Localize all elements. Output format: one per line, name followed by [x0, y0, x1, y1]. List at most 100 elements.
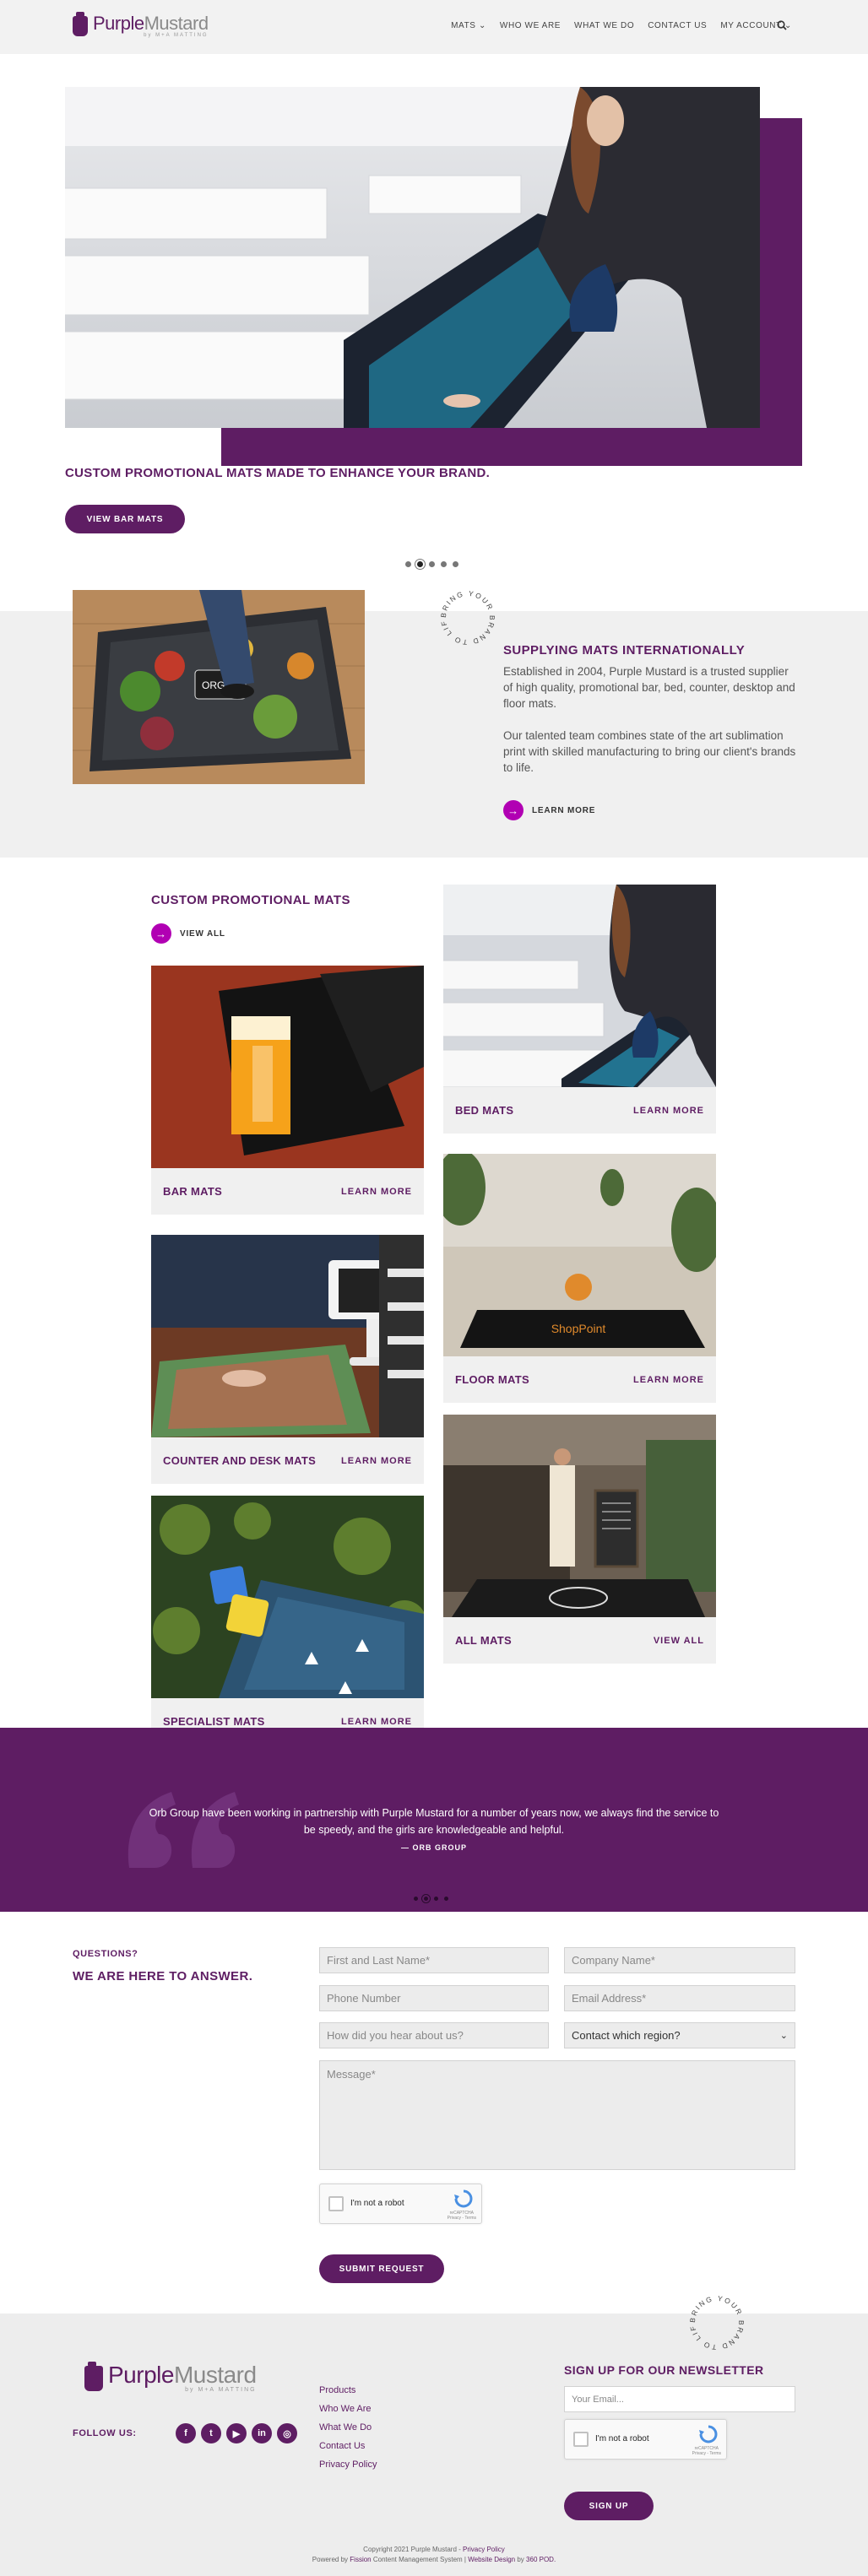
intro-heading: SUPPLYING MATS INTERNATIONALLY — [503, 643, 746, 658]
product-card-counter-desk-mats[interactable]: COUNTER AND DESK MATS LEARN MORE — [151, 1235, 424, 1484]
card-link[interactable]: LEARN MORE — [341, 1187, 412, 1197]
bring-your-brand-badge: BRING YOUR BRAND TO LIFE — [434, 584, 496, 647]
arrow-right-icon: → — [503, 800, 524, 820]
hero-title: CUSTOM PROMOTIONAL MATS MADE TO ENHANCE … — [65, 466, 491, 480]
floor-mats-image: ShopPoint — [443, 1154, 716, 1356]
company-field[interactable]: Company Name* — [564, 1947, 795, 1973]
card-title: FLOOR MATS — [455, 1373, 529, 1386]
bring-your-brand-badge: BRING YOUR BRAND TO LIFE — [683, 2289, 746, 2351]
newsletter-email-input[interactable]: Your Email... — [564, 2386, 795, 2412]
product-card-bar-mats[interactable]: BAR MATS LEARN MORE — [151, 966, 424, 1215]
recaptcha-widget[interactable]: I'm not a robot reCAPTCHA Privacy - Terms — [564, 2419, 727, 2460]
slide-dot-active[interactable] — [424, 1897, 428, 1901]
nav-item-who-we-are[interactable]: WHO WE ARE — [500, 21, 561, 30]
search-icon[interactable] — [777, 20, 787, 30]
newsletter-heading: SIGN UP FOR OUR NEWSLETTER — [564, 2363, 764, 2377]
nav-item-what-we-do[interactable]: WHAT WE DO — [574, 21, 634, 30]
youtube-icon[interactable]: ▶ — [226, 2423, 247, 2443]
all-mats-image — [443, 1415, 716, 1617]
copyright-line: Copyright 2021 Purple Mustard - Privacy … — [363, 2546, 505, 2553]
slide-dot-active[interactable] — [417, 561, 423, 567]
hero-image — [65, 87, 760, 428]
sign-up-button[interactable]: SIGN UP — [564, 2492, 654, 2520]
linkedin-icon[interactable]: in — [252, 2423, 272, 2443]
site-logo[interactable]: PurpleMustard by M+A MATTING — [73, 12, 209, 38]
agency-link[interactable]: 360 POD. — [526, 2556, 556, 2563]
card-link[interactable]: LEARN MORE — [341, 1717, 412, 1727]
card-title: SPECIALIST MATS — [163, 1715, 265, 1728]
slide-dot[interactable] — [453, 561, 458, 567]
recaptcha-terms[interactable]: Privacy - Terms — [692, 2451, 721, 2456]
email-field[interactable]: Email Address* — [564, 1985, 795, 2011]
footer-logo[interactable]: PurpleMustard by M+A MATTING — [84, 2361, 257, 2393]
badge-text: BRING YOUR BRAND TO LIFE — [683, 2289, 744, 2351]
intro-paragraph-2: Our talented team combines state of the … — [503, 729, 796, 774]
logo-subtitle: by M+A MATTING — [185, 2387, 257, 2393]
card-link[interactable]: VIEW ALL — [654, 1636, 704, 1646]
recaptcha-icon — [454, 2189, 473, 2208]
testimonial-slider-dots — [414, 1897, 448, 1901]
bed-mats-image — [443, 885, 716, 1087]
fission-link[interactable]: Fission — [350, 2556, 371, 2563]
nav-item-contact-us[interactable]: CONTACT US — [648, 21, 707, 30]
nav-item-mats[interactable]: MATS ⌄ — [451, 21, 486, 30]
view-bar-mats-button[interactable]: VIEW BAR MATS — [65, 505, 185, 533]
recaptcha-checkbox[interactable] — [328, 2196, 344, 2211]
card-title: BAR MATS — [163, 1185, 223, 1198]
footer-link-products[interactable]: Products — [319, 2381, 377, 2400]
bar-mats-image — [151, 966, 424, 1168]
product-card-bed-mats[interactable]: BED MATS LEARN MORE — [443, 885, 716, 1134]
main-nav: MATS ⌄ WHO WE ARE WHAT WE DO CONTACT US … — [451, 21, 792, 30]
logo-word-purple: Purple — [108, 2362, 174, 2388]
card-link[interactable]: LEARN MORE — [341, 1456, 412, 1466]
recaptcha-widget[interactable]: I'm not a robot reCAPTCHA Privacy - Terms — [319, 2184, 482, 2224]
footer-link-contact-us[interactable]: Contact Us — [319, 2437, 377, 2455]
svg-text:BRING YOUR BRAND TO LIFE: BRING YOUR BRAND TO LIFE — [434, 584, 496, 647]
powered-by-line: Powered by Fission Content Management Sy… — [312, 2556, 556, 2563]
name-field[interactable]: First and Last Name* — [319, 1947, 549, 1973]
referral-field[interactable]: How did you hear about us? — [319, 2022, 549, 2048]
footer-link-privacy-policy[interactable]: Privacy Policy — [319, 2455, 377, 2474]
slide-dot[interactable] — [414, 1897, 418, 1901]
testimonial-quote: Orb Group have been working in partnersh… — [0, 1805, 868, 1838]
arrow-right-icon: → — [151, 923, 171, 944]
slide-dot[interactable] — [405, 561, 411, 567]
badge-text: BRING YOUR BRAND TO LIFE — [434, 584, 495, 647]
message-textarea[interactable]: Message* — [319, 2060, 795, 2170]
follow-us-label: FOLLOW US: — [73, 2428, 137, 2438]
submit-request-button[interactable]: SUBMIT REQUEST — [319, 2254, 444, 2283]
website-design-link[interactable]: Website Design — [468, 2556, 515, 2563]
chevron-down-icon: ⌄ — [478, 21, 486, 30]
products-heading: CUSTOM PROMOTIONAL MATS — [151, 893, 350, 907]
mustard-jar-icon — [73, 12, 88, 36]
product-card-floor-mats[interactable]: ShopPoint FLOOR MATS LEARN MORE — [443, 1154, 716, 1403]
footer-link-who-we-are[interactable]: Who We Are — [319, 2400, 377, 2418]
recaptcha-checkbox[interactable] — [573, 2432, 589, 2447]
card-link[interactable]: LEARN MORE — [633, 1375, 704, 1385]
intro-learn-more-link[interactable]: → LEARN MORE — [503, 800, 595, 820]
region-select-value: Contact which region? — [572, 2029, 681, 2042]
slide-dot[interactable] — [434, 1897, 438, 1901]
instagram-icon[interactable]: ◎ — [277, 2423, 297, 2443]
copyright-text: Copyright 2021 Purple Mustard — [363, 2546, 457, 2553]
facebook-icon[interactable]: f — [176, 2423, 196, 2443]
testimonial-author: — ORB GROUP — [400, 1843, 467, 1852]
recaptcha-terms[interactable]: Privacy - Terms — [448, 2216, 476, 2221]
products-view-all-link[interactable]: → VIEW ALL — [151, 923, 225, 944]
phone-field[interactable]: Phone Number — [319, 1985, 549, 2011]
slide-dot[interactable] — [441, 561, 447, 567]
card-title: COUNTER AND DESK MATS — [163, 1454, 317, 1467]
twitter-icon[interactable]: t — [201, 2423, 221, 2443]
card-link[interactable]: LEARN MORE — [633, 1106, 704, 1116]
svg-text:BRING YOUR BRAND TO LIFE: BRING YOUR BRAND TO LIFE — [683, 2289, 746, 2351]
product-card-all-mats[interactable]: ALL MATS VIEW ALL — [443, 1415, 716, 1664]
privacy-policy-link[interactable]: Privacy Policy — [463, 2546, 505, 2553]
intro-paragraph-1: Established in 2004, Purple Mustard is a… — [503, 665, 795, 710]
slide-dot[interactable] — [444, 1897, 448, 1901]
region-select[interactable]: Contact which region? ⌄ — [564, 2022, 795, 2048]
product-card-specialist-mats[interactable]: SPECIALIST MATS LEARN MORE — [151, 1496, 424, 1745]
footer-link-what-we-do[interactable]: What We Do — [319, 2418, 377, 2437]
slide-dot[interactable] — [429, 561, 435, 567]
intro-mat-image: ORGAN — [73, 590, 365, 784]
chevron-down-icon: ⌄ — [779, 2031, 788, 2041]
